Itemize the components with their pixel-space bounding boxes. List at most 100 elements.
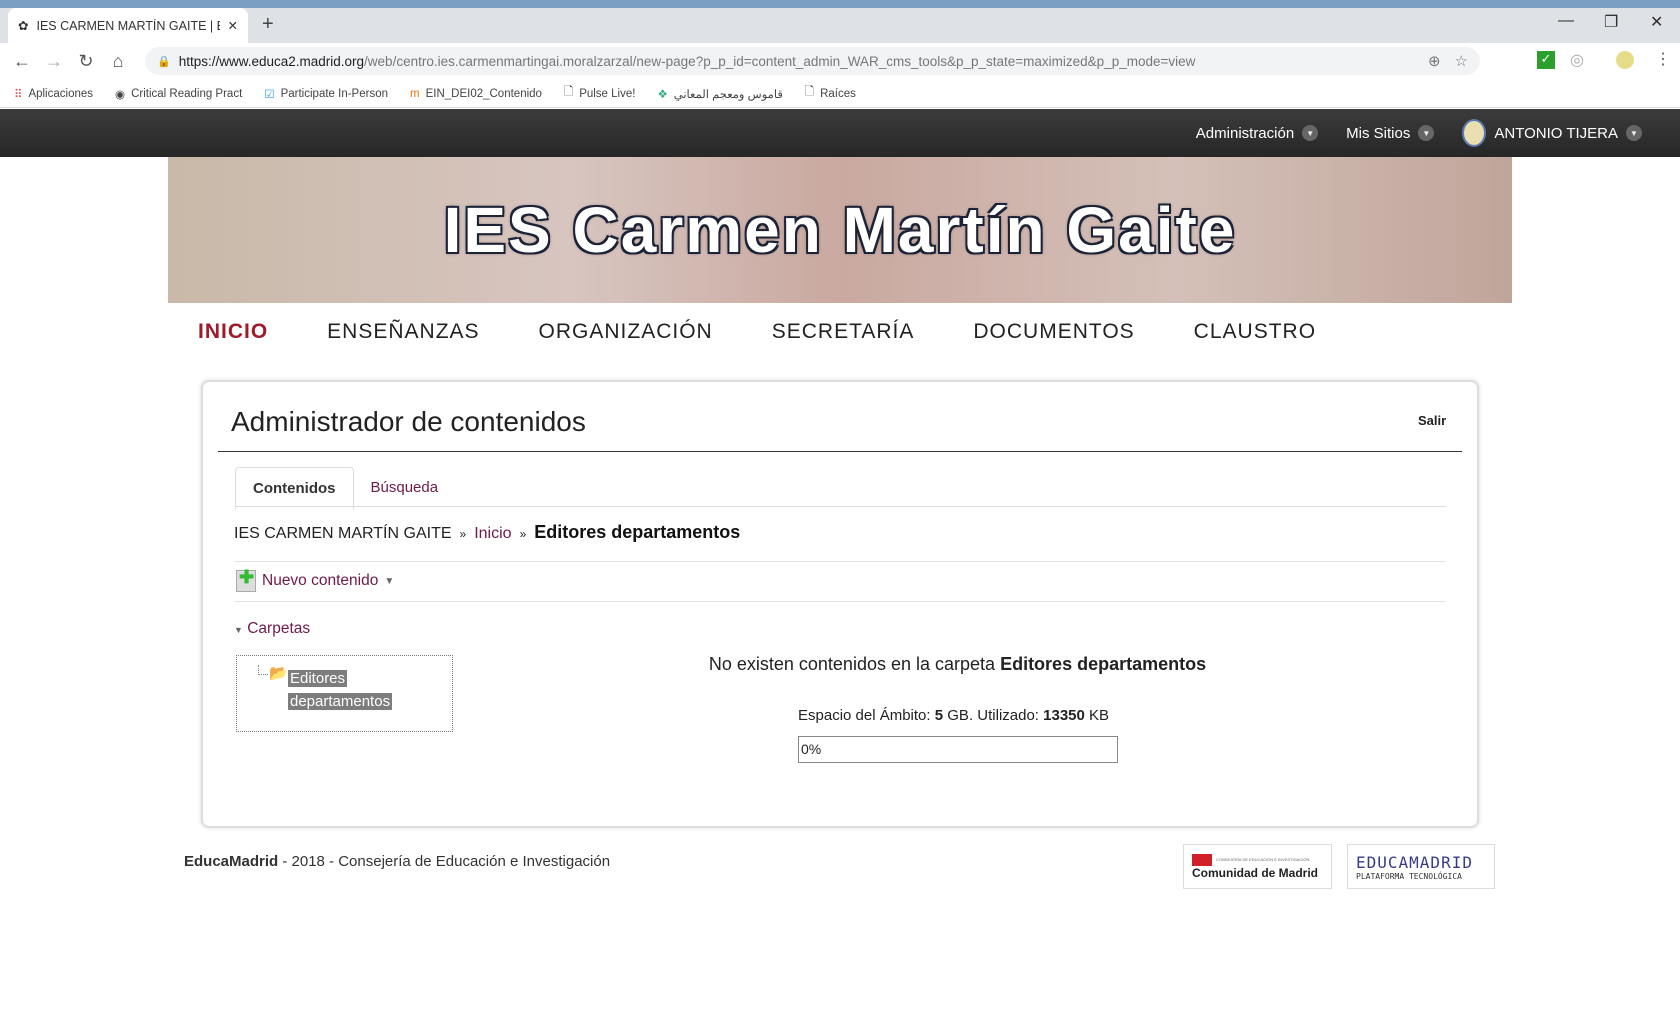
bookmark[interactable]: 🗋 Raíces: [805, 84, 856, 103]
extension-check-icon[interactable]: ✓: [1537, 51, 1555, 69]
tab-title: IES CARMEN MARTÍN GAITE | Ed: [36, 18, 220, 33]
extension-icon[interactable]: ◎: [1570, 50, 1584, 70]
bookmark-label: Participate In-Person: [280, 87, 388, 100]
breadcrumb-inicio[interactable]: Inicio: [474, 525, 511, 543]
minimize-button[interactable]: —: [1558, 12, 1574, 30]
chevron-down-icon: ▼: [1418, 125, 1435, 141]
bookmark-label: Aplicaciones: [28, 87, 94, 100]
space-label: Espacio del Ámbito:: [798, 707, 931, 724]
exit-link[interactable]: Salir: [1418, 413, 1446, 428]
address-bar[interactable]: 🔒 https://www.educa2.madrid.org/web/cent…: [145, 47, 1480, 75]
comunidad-madrid-logo[interactable]: CONSEJERÍA DE EDUCACIÓN E INVESTIGACIÓN …: [1183, 844, 1332, 889]
breadcrumb-separator: »: [519, 527, 527, 541]
used-unit: KB: [1089, 707, 1110, 724]
restore-button[interactable]: ❐: [1604, 12, 1618, 32]
close-window-button[interactable]: ✕: [1650, 12, 1663, 32]
forward-icon[interactable]: →: [38, 51, 70, 72]
user-name: ANTONIO TIJERA: [1494, 124, 1618, 142]
chevron-down-icon: ▼: [1626, 125, 1642, 141]
new-content-label: Nuevo contenido: [262, 572, 379, 589]
folders-label: Carpetas: [247, 620, 311, 637]
globe-icon: ◉: [115, 88, 126, 101]
new-content-button[interactable]: ✚ Nuevo contenido ▼: [236, 567, 394, 592]
tabs: Contenidos Búsqueda: [235, 467, 455, 510]
admin-bar: Administración ▼ Mis Sitios ▼ ANTONIO TIJE…: [0, 109, 1680, 157]
window-top-strip: [0, 0, 1680, 8]
tab-busqueda[interactable]: Búsqueda: [354, 467, 456, 510]
profile-avatar[interactable]: [1616, 51, 1634, 69]
new-tab-button[interactable]: +: [262, 13, 274, 36]
close-tab-icon[interactable]: ✕: [228, 18, 238, 33]
bookmark-label: Pulse Live!: [579, 87, 636, 100]
folders-toggle[interactable]: ▼ Carpetas: [234, 620, 310, 638]
breadcrumb-current: Editores departamentos: [534, 522, 741, 542]
tree-line: [258, 665, 268, 675]
url-path: /web/centro.ies.carmenmartingai.moralzar…: [364, 53, 1196, 69]
page-icon: 🗋: [563, 86, 574, 98]
empty-folder-name: Editores departamentos: [1000, 654, 1207, 674]
bookmarks-bar: ⠿ Aplicaciones ◉ Critical Reading Pract ☑ P…: [0, 80, 1680, 108]
usage-progress-bar: 0%: [798, 736, 1118, 763]
flag-icon: [1192, 853, 1212, 866]
logo-text: Comunidad de Madrid: [1192, 865, 1318, 880]
user-menu[interactable]: ANTONIO TIJERA ▼: [1462, 119, 1642, 147]
folder-label: Editores: [288, 670, 348, 687]
empty-message: No existen contenidos en la carpeta Edit…: [600, 654, 1315, 675]
divider: [235, 506, 1446, 507]
moodle-icon: m: [409, 87, 420, 100]
breadcrumb-site[interactable]: IES CARMEN MARTÍN GAITE: [234, 525, 452, 543]
breadcrumb: IES CARMEN MARTÍN GAITE » Inicio » Editore…: [234, 522, 740, 543]
home-icon[interactable]: ⌂: [102, 51, 134, 72]
menu-label: Mis Sitios: [1346, 124, 1411, 142]
nav-secretaria[interactable]: SECRETARÍA: [772, 320, 915, 344]
nav-organizacion[interactable]: ORGANIZACIÓN: [539, 320, 713, 344]
footer: EducaMadrid - 2018 - Consejería de Educa…: [184, 853, 610, 870]
reload-icon[interactable]: ↻: [70, 51, 102, 72]
bookmark-label: EIN_DEI02_Contenido: [425, 87, 542, 100]
browser-tab[interactable]: ✿ IES CARMEN MARTÍN GAITE | Ed ✕: [8, 8, 248, 43]
back-icon[interactable]: ←: [6, 51, 38, 72]
my-sites-menu[interactable]: Mis Sitios ▼: [1346, 124, 1435, 142]
main-nav: INICIO ENSEÑANZAS ORGANIZACIÓN SECRETARÍ…: [198, 320, 1375, 344]
nav-documentos[interactable]: DOCUMENTOS: [973, 320, 1134, 344]
caret-down-icon: ▼: [234, 625, 243, 635]
bookmark-apps[interactable]: ⠿ Aplicaciones: [14, 87, 93, 101]
nav-inicio[interactable]: INICIO: [198, 320, 268, 344]
administration-menu[interactable]: Administración ▼: [1196, 125, 1319, 142]
menu-icon[interactable]: ⋮: [1655, 49, 1671, 69]
divider: [234, 561, 1446, 562]
logo-subtext: PLATAFORMA TECNOLÓGICA: [1356, 871, 1462, 881]
footer-brand: EducaMadrid: [184, 853, 279, 870]
bookmark-label: Raíces: [820, 87, 856, 100]
folder-label: departamentos: [288, 693, 393, 710]
apps-icon: ⠿: [14, 88, 23, 101]
bookmark[interactable]: ❖ قاموس ومعجم المعاني: [657, 87, 782, 101]
bookmark[interactable]: ☑ Participate In-Person: [264, 87, 388, 101]
book-icon: ❖: [657, 88, 668, 101]
empty-text: No existen contenidos en la carpeta: [708, 654, 996, 674]
logo-subtext: CONSEJERÍA DE EDUCACIÓN E INVESTIGACIÓN: [1216, 857, 1310, 862]
site-title: IES Carmen Martín Gaite: [443, 194, 1237, 266]
usage-percent: 0%: [801, 741, 822, 757]
star-icon[interactable]: ☆: [1455, 52, 1468, 70]
bookmark[interactable]: ◉ Critical Reading Pract: [115, 87, 242, 101]
avatar: [1462, 119, 1487, 147]
check-icon: ☑: [264, 88, 275, 101]
used-value: 13350: [1043, 707, 1085, 724]
lock-icon: 🔒: [157, 55, 171, 68]
url-host: https://www.educa2.madrid.org: [178, 53, 365, 69]
nav-ensenanzas[interactable]: ENSEÑANZAS: [327, 320, 479, 344]
chevron-down-icon: ▼: [1302, 125, 1319, 141]
tab-contenidos[interactable]: Contenidos: [235, 467, 354, 510]
divider: [234, 601, 1446, 602]
zoom-icon[interactable]: ⊕: [1428, 52, 1441, 70]
folder-open-icon: 📂: [269, 665, 288, 682]
page-title: Administrador de contenidos: [231, 406, 586, 437]
folder-item-editores-departamentos[interactable]: Editores departamentos: [288, 667, 393, 713]
bookmark[interactable]: 🗋 Pulse Live!: [564, 84, 636, 103]
educamadrid-logo[interactable]: EDUCAMADRID PLATAFORMA TECNOLÓGICA: [1347, 844, 1495, 889]
site-banner[interactable]: IES Carmen Martín Gaite: [168, 157, 1512, 303]
space-value: 5: [934, 707, 944, 724]
bookmark[interactable]: m EIN_DEI02_Contenido: [410, 88, 542, 100]
nav-claustro[interactable]: CLAUSTRO: [1194, 320, 1316, 344]
